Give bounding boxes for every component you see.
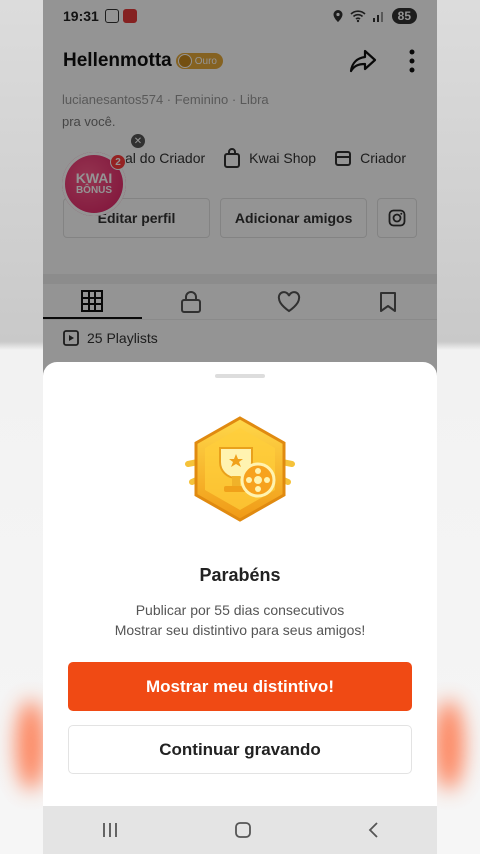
back-icon[interactable] xyxy=(367,821,379,839)
left-glow xyxy=(16,700,46,790)
sheet-title: Parabéns xyxy=(199,565,281,585)
congrats-sheet: Parabéns Publicar por 55 dias consecutiv… xyxy=(43,362,437,806)
home-icon[interactable] xyxy=(234,821,252,839)
trophy-medal-icon xyxy=(185,416,295,522)
continue-recording-button[interactable]: Continuar gravando xyxy=(68,725,412,774)
phone-screen: 19:31 85 Hellenmotta Ouro REC lucianesan… xyxy=(43,0,437,854)
show-badge-button[interactable]: Mostrar meu distintivo! xyxy=(68,662,412,711)
system-nav-bar xyxy=(43,806,437,854)
sheet-message-line2: Mostrar seu distintivo para seus amigos! xyxy=(114,622,366,638)
recent-apps-icon[interactable] xyxy=(101,822,119,838)
sheet-handle[interactable] xyxy=(215,374,265,378)
right-glow xyxy=(434,700,464,790)
sheet-message-line1: Publicar por 55 dias consecutivos xyxy=(135,602,345,618)
